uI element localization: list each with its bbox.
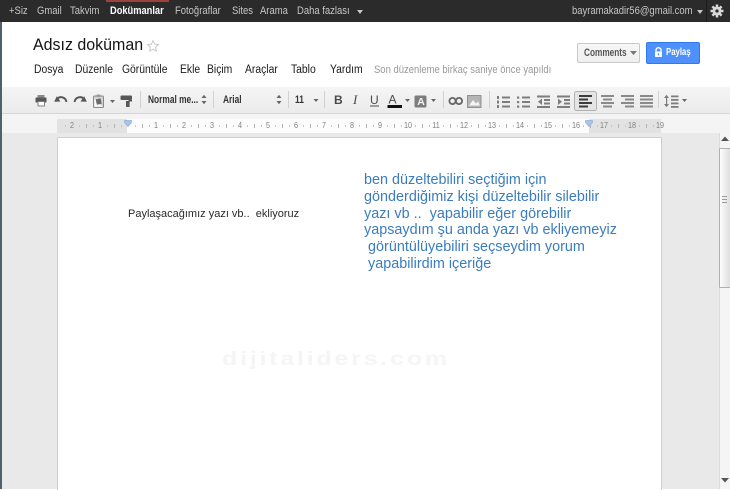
svg-text:A: A xyxy=(417,96,425,108)
svg-text:B: B xyxy=(334,93,343,107)
svg-text:A: A xyxy=(389,93,397,107)
svg-text:I: I xyxy=(352,92,358,107)
svg-text:U: U xyxy=(370,93,379,107)
